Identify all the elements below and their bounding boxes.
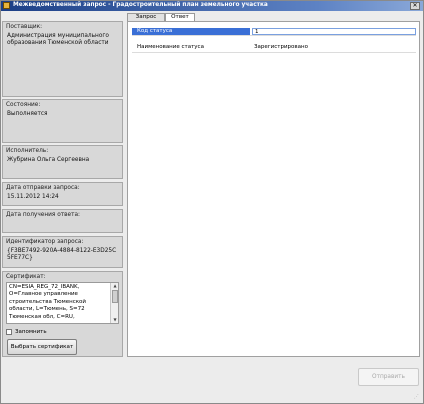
sent-date-label: Дата отправки запроса: xyxy=(6,185,80,191)
executor-panel: Исполнитель: Жубрина Ольга Сергеевна xyxy=(2,145,123,179)
state-panel: Состояние: Выполняется xyxy=(2,99,123,143)
close-button[interactable]: ✕ xyxy=(410,2,420,10)
resize-grip-icon[interactable]: ⋰ xyxy=(414,394,421,401)
supplier-value: Администрация муниципального образования… xyxy=(7,33,109,47)
scroll-thumb[interactable] xyxy=(112,290,118,303)
sent-date-panel: Дата отправки запроса: 15.11.2012 14:24 xyxy=(2,182,123,206)
remember-checkbox[interactable] xyxy=(6,329,12,335)
executor-label: Исполнитель: xyxy=(6,148,49,154)
response-content: Код статуса 1 Наименование статуса Зарег… xyxy=(127,21,420,357)
supplier-label: Поставщик: xyxy=(6,24,43,30)
certificate-panel: Сертификат: CN=ESIA_REG_72_IBANK, O=Глав… xyxy=(2,271,123,357)
request-id-value: {F3BE7492-920A-4884-8122-E3D25C5FE77C} xyxy=(7,248,117,262)
grid-value: Зарегистрировано xyxy=(254,44,308,50)
scroll-up-icon[interactable]: ▲ xyxy=(112,283,118,289)
executor-value: Жубрина Ольга Сергеевна xyxy=(7,157,90,163)
scroll-down-icon[interactable]: ▼ xyxy=(112,317,118,323)
state-label: Состояние: xyxy=(6,102,41,108)
received-date-label: Дата получения ответа: xyxy=(6,212,80,218)
certificate-textbox[interactable]: CN=ESIA_REG_72_IBANK, O=Главное управлен… xyxy=(6,282,119,324)
certificate-value: CN=ESIA_REG_72_IBANK, O=Главное управлен… xyxy=(9,284,86,320)
state-value: Выполняется xyxy=(7,111,48,117)
title-bar[interactable]: Межведомственный запрос - Градостроитель… xyxy=(1,1,423,11)
request-id-panel: Идентификатор запроса: {F3BE7492-920A-48… xyxy=(2,236,123,268)
grid-row-status-code[interactable]: Код статуса 1 xyxy=(132,28,416,36)
request-info-panel: Поставщик: Администрация муниципального … xyxy=(2,21,123,357)
remember-label: Запомнить xyxy=(15,329,47,335)
window-title: Межведомственный запрос - Градостроитель… xyxy=(13,2,268,8)
app-icon xyxy=(3,2,10,9)
grid-key: Наименование статуса xyxy=(137,44,204,50)
request-id-label: Идентификатор запроса: xyxy=(6,239,84,245)
grid-value[interactable]: 1 xyxy=(252,28,416,35)
grid-row-status-name[interactable]: Наименование статуса Зарегистрировано xyxy=(132,41,416,53)
certificate-scrollbar[interactable]: ▲ ▼ xyxy=(110,283,118,323)
choose-certificate-button[interactable]: Выбрать сертификат xyxy=(7,339,77,355)
send-button[interactable]: Отправить xyxy=(358,368,419,386)
supplier-panel: Поставщик: Администрация муниципального … xyxy=(2,21,123,97)
request-window: Межведомственный запрос - Градостроитель… xyxy=(0,0,424,404)
received-date-panel: Дата получения ответа: xyxy=(2,209,123,233)
certificate-label: Сертификат: xyxy=(6,274,46,280)
grid-key: Код статуса xyxy=(132,28,250,35)
sent-date-value: 15.11.2012 14:24 xyxy=(7,194,59,200)
